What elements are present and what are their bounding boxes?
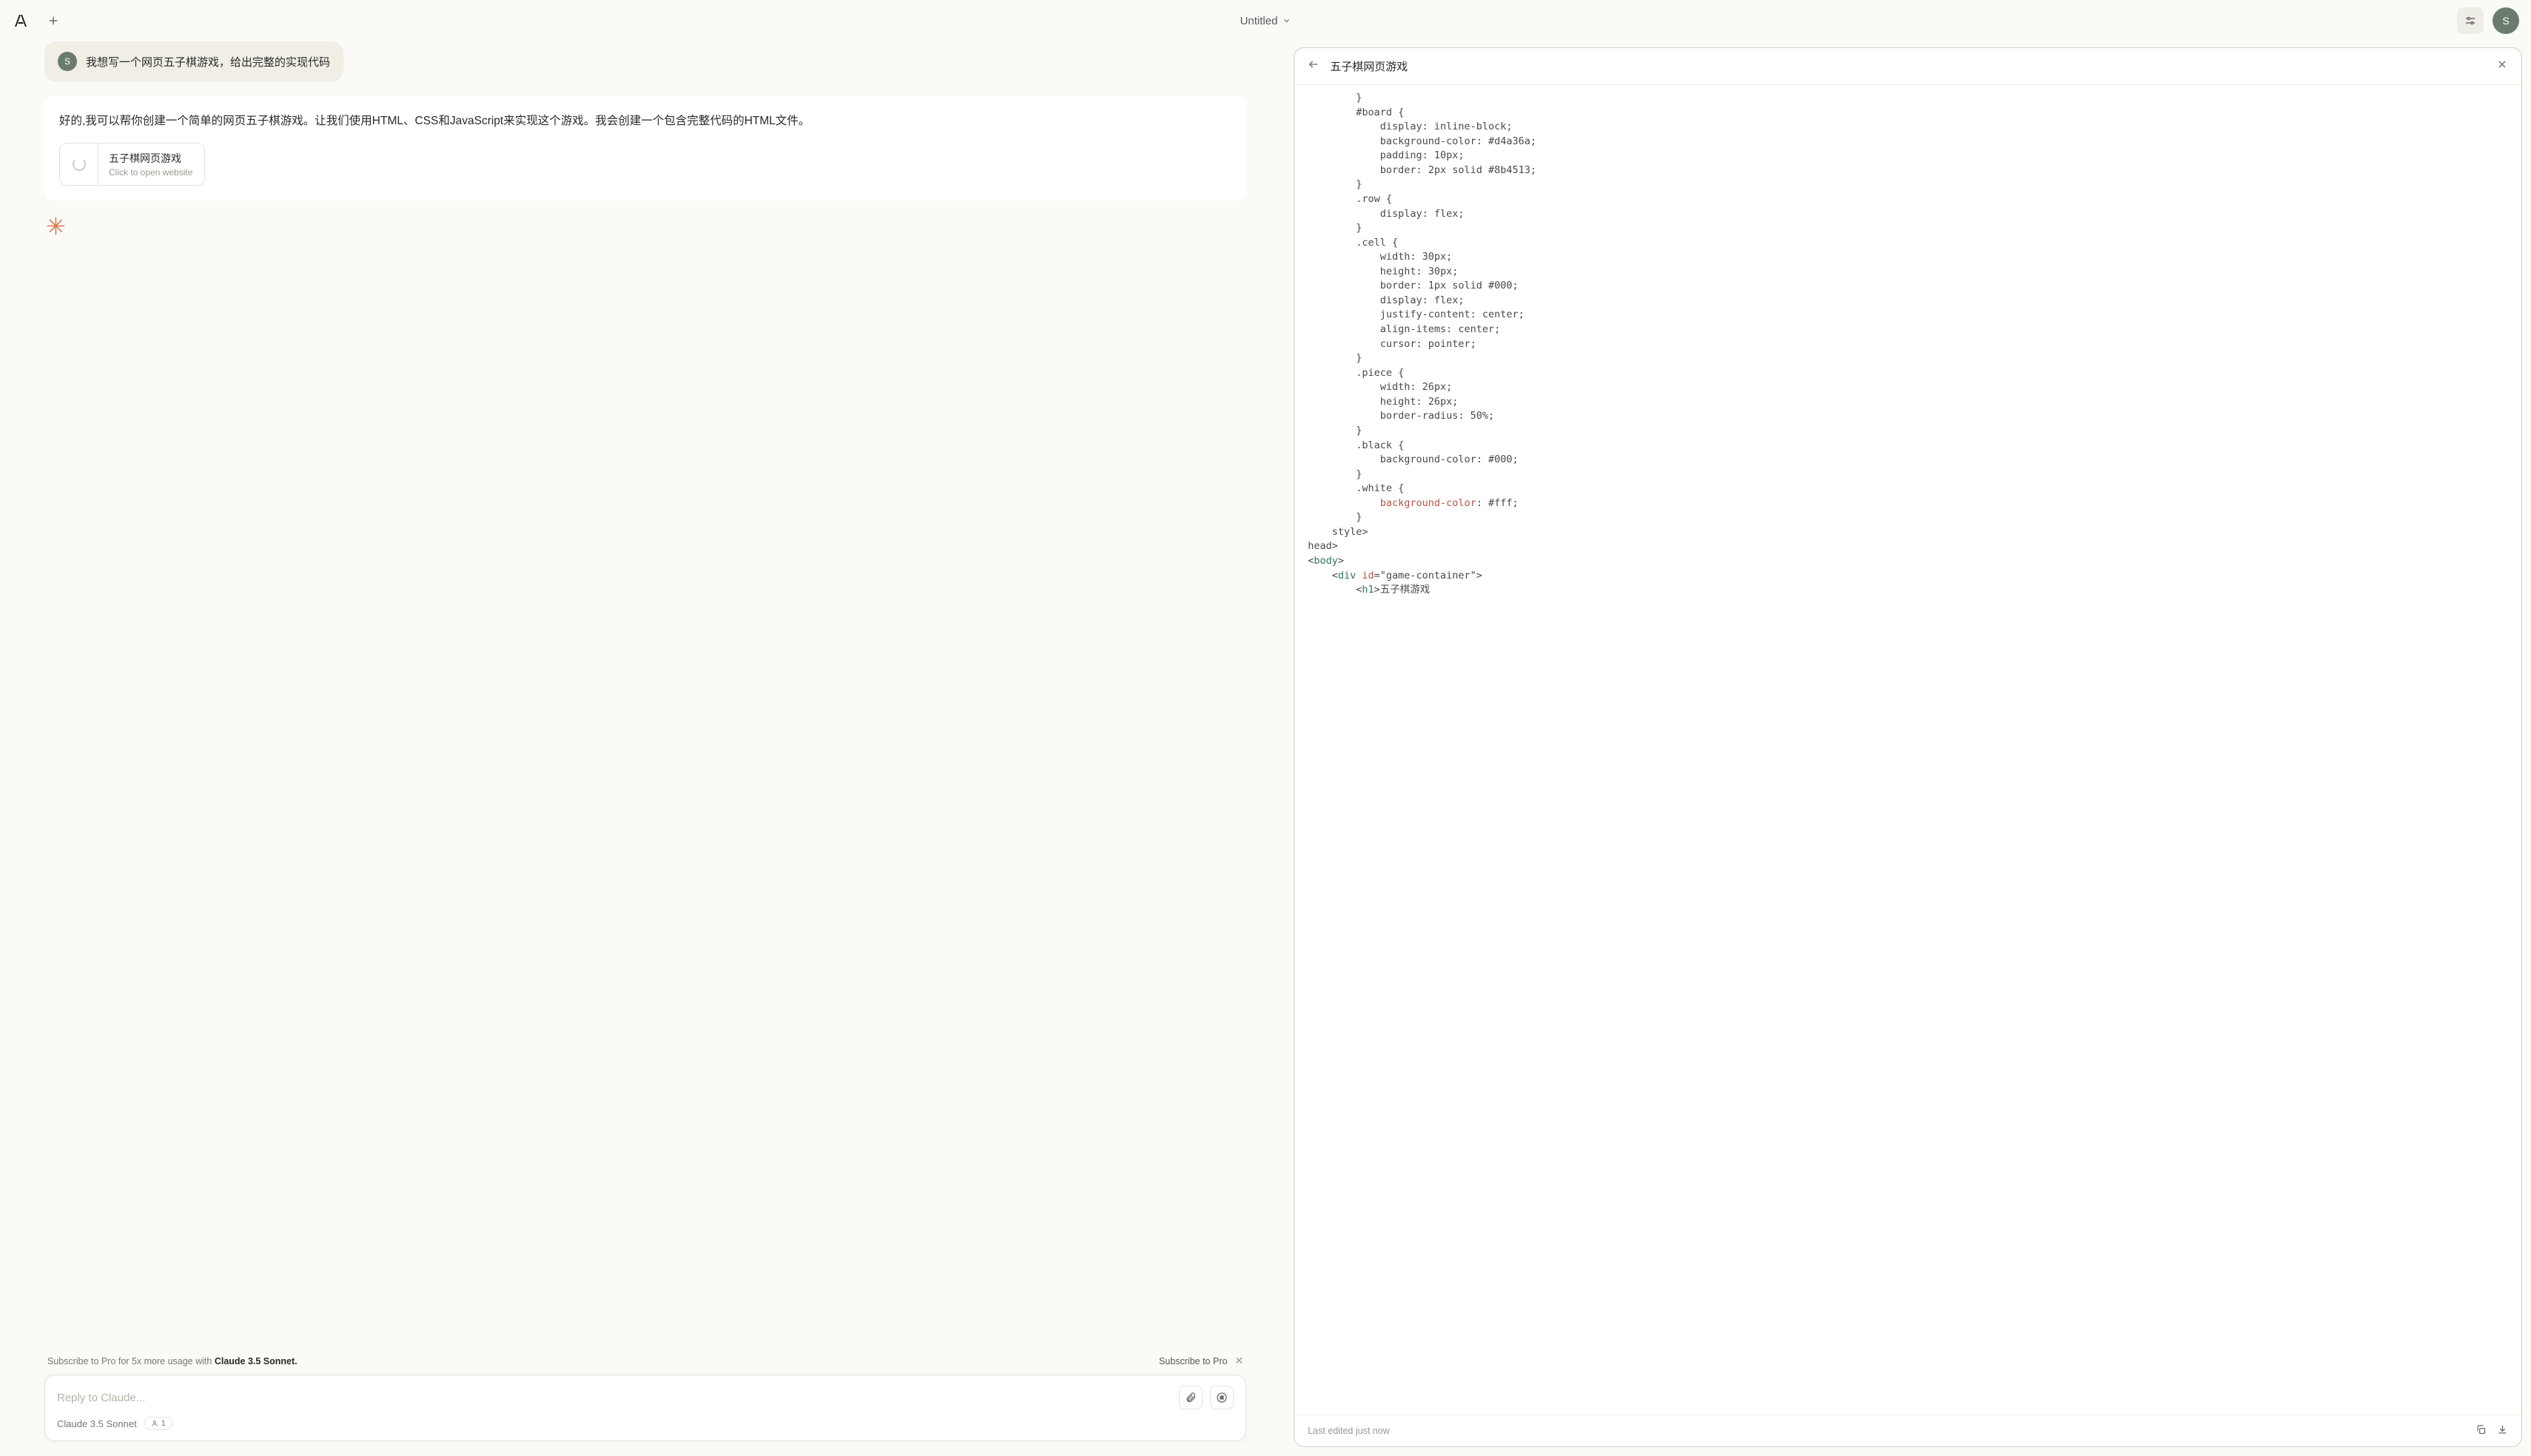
download-button[interactable] [2497,1424,2508,1438]
anthropic-logo [12,12,30,30]
sliders-icon [2464,14,2477,27]
subscribe-message: Subscribe to Pro for 5x more usage with … [47,1356,298,1366]
close-panel-button[interactable] [2496,58,2508,74]
close-icon [2496,58,2508,70]
user-message: S 我想写一个网页五子棋游戏，给出完整的实现代码 [44,41,343,81]
assistant-message: 好的,我可以帮你创建一个简单的网页五子棋游戏。让我们使用HTML、CSS和Jav… [44,96,1246,200]
starburst-icon [47,218,68,239]
chat-title[interactable]: Untitled [1240,15,1291,27]
stop-icon [1216,1392,1228,1403]
chevron-down-icon [1282,16,1291,25]
thinking-indicator [47,218,1246,239]
new-chat-button[interactable] [41,9,65,33]
person-icon [151,1420,158,1427]
code-preview-panel: 五子棋网页游戏 } #board { display: inline-block… [1294,47,2522,1447]
paperclip-icon [1185,1392,1197,1403]
copy-button[interactable] [2475,1424,2487,1438]
artifact-subtitle: Click to open website [109,167,192,178]
user-message-text: 我想写一个网页五子棋游戏，给出完整的实现代码 [86,54,330,70]
assistant-message-text: 好的,我可以帮你创建一个简单的网页五子棋游戏。让我们使用HTML、CSS和Jav… [59,111,1231,131]
subscribe-link[interactable]: Subscribe to Pro [1159,1356,1227,1366]
settings-button[interactable] [2457,7,2484,34]
loading-spinner-icon [73,158,86,171]
copy-icon [2475,1424,2487,1435]
user-avatar-small: S [58,52,77,71]
artifact-card[interactable]: 五子棋网页游戏 Click to open website [59,143,205,186]
user-avatar[interactable]: S [2493,7,2519,34]
arrow-left-icon [1308,58,1320,70]
message-input-box: Claude 3.5 Sonnet 1 [44,1375,1246,1441]
last-edited-status: Last edited just now [1308,1426,1390,1436]
conversation-panel: S 我想写一个网页五子棋游戏，给出完整的实现代码 好的,我可以帮你创建一个简单的… [0,41,1291,1456]
attachment-button[interactable] [1179,1386,1203,1409]
code-panel-title: 五子棋网页游戏 [1330,58,2486,74]
model-selector[interactable]: Claude 3.5 Sonnet [57,1418,137,1429]
attachment-count-badge[interactable]: 1 [144,1417,172,1430]
code-content[interactable]: } #board { display: inline-block; backgr… [1294,85,2521,1415]
artifact-title: 五子棋网页游戏 [109,151,192,166]
chat-title-text: Untitled [1240,15,1278,27]
message-input[interactable] [57,1392,1172,1404]
stop-button[interactable] [1210,1386,1234,1409]
back-button[interactable] [1308,58,1320,74]
download-icon [2497,1424,2508,1435]
close-subscribe-button[interactable]: ✕ [1234,1355,1243,1367]
